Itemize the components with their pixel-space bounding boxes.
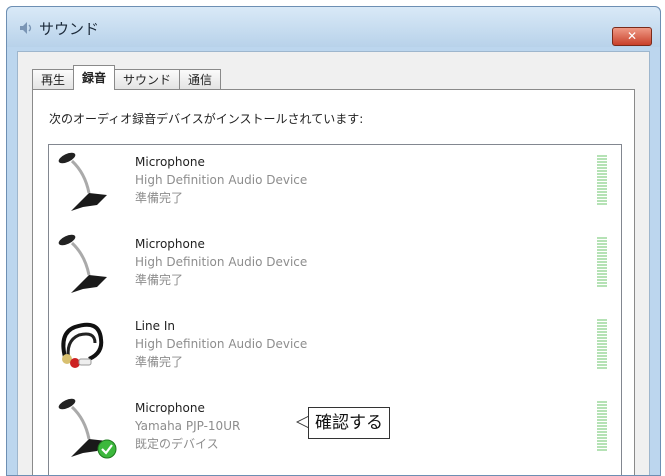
level-meter: [597, 401, 607, 451]
device-status: 既定のデバイス: [135, 437, 219, 451]
microphone-icon: [58, 234, 107, 293]
instruction-text: 次のオーディオ録音デバイスがインストールされています:: [49, 112, 364, 126]
device-description: High Definition Audio Device: [135, 173, 308, 187]
device-item-microphone-2[interactable]: Microphone High Definition Audio Device …: [49, 227, 621, 309]
device-description: High Definition Audio Device: [135, 337, 308, 351]
device-name: Microphone: [135, 155, 205, 169]
device-description: High Definition Audio Device: [135, 255, 308, 269]
microphone-icon: [58, 152, 107, 211]
line-in-cable-icon: [61, 322, 104, 368]
close-button[interactable]: ✕: [612, 27, 652, 46]
device-status: 準備完了: [135, 273, 184, 287]
device-item-microphone-1[interactable]: Microphone High Definition Audio Device …: [49, 145, 621, 227]
tab-playback[interactable]: 再生: [32, 69, 75, 90]
device-status: 準備完了: [135, 191, 184, 205]
tab-sounds[interactable]: サウンド: [114, 69, 181, 90]
level-meter: [597, 155, 607, 205]
annotation-callout: 確認する: [308, 407, 390, 439]
callout-pointer-fill: [298, 417, 308, 427]
tab-recording[interactable]: 録音: [73, 65, 116, 90]
level-meter: [597, 237, 607, 287]
device-description: Yamaha PJP-10UR: [135, 419, 241, 433]
title-bar[interactable]: サウンド ✕: [7, 7, 660, 47]
tab-strip: 再生 録音 サウンド 通信: [32, 65, 222, 90]
device-name: Line In: [135, 319, 175, 333]
device-name: Microphone: [135, 401, 205, 415]
level-meter: [597, 319, 607, 369]
device-name: Microphone: [135, 237, 205, 251]
device-item-line-in[interactable]: Line In High Definition Audio Device 準備完…: [49, 309, 621, 391]
speaker-icon: [20, 22, 32, 34]
device-status: 準備完了: [135, 355, 184, 369]
sound-dialog: サウンド ✕ 再生 録音 サウンド 通信 次のオーディオ録音デバイスがインストー…: [6, 6, 661, 476]
tab-communications[interactable]: 通信: [179, 69, 222, 90]
window-title: サウンド: [39, 20, 100, 38]
microphone-default-icon: [58, 398, 117, 459]
